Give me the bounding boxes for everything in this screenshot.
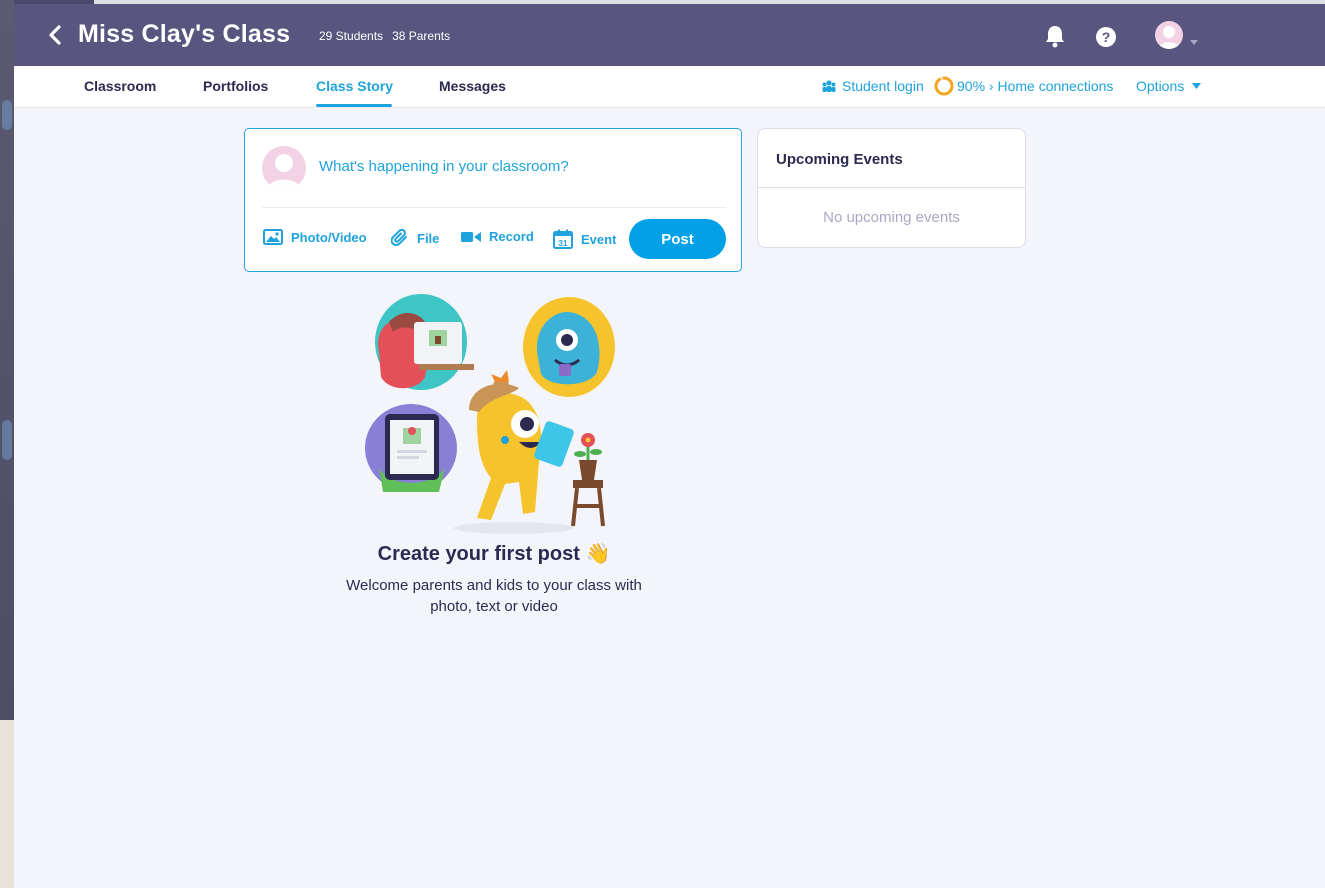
calendar-icon: 31 xyxy=(553,229,573,249)
background-window-strip xyxy=(0,0,14,888)
background-window-blip xyxy=(2,420,12,460)
avatar-icon xyxy=(1158,26,1180,49)
account-menu-button[interactable] xyxy=(1190,32,1198,50)
post-composer: What's happening in your classroom? Phot… xyxy=(244,128,742,272)
no-events-message: No upcoming events xyxy=(823,209,960,226)
event-button[interactable]: 31 Event xyxy=(553,229,616,249)
class-subnav: Classroom Portfolios Class Story Message… xyxy=(14,66,1325,108)
upcoming-events-card: Upcoming Events No upcoming events xyxy=(757,128,1026,248)
photo-icon xyxy=(263,229,283,245)
post-button[interactable]: Post xyxy=(629,219,726,259)
empty-state-subtitle: Welcome parents and kids to your class w… xyxy=(346,577,642,615)
composer-avatar xyxy=(262,146,306,190)
progress-ring-icon xyxy=(934,76,954,96)
composer-input[interactable]: What's happening in your classroom? xyxy=(319,158,569,175)
student-login-link[interactable]: Student login xyxy=(822,78,924,94)
empty-state-title: Create your first post 👋 xyxy=(377,543,611,565)
class-header: Miss Clay's Class 29 Students 38 Parents … xyxy=(14,4,1325,66)
event-label: Event xyxy=(581,231,617,247)
notifications-button[interactable] xyxy=(1044,24,1066,53)
students-count[interactable]: 29 Students xyxy=(319,29,383,43)
parents-count[interactable]: 38 Parents xyxy=(392,29,450,43)
photo-video-button[interactable]: Photo/Video xyxy=(263,229,367,245)
background-window-blip xyxy=(2,100,12,130)
help-icon[interactable]: ? xyxy=(1096,27,1116,47)
record-button[interactable]: Record xyxy=(461,229,534,244)
home-connections-link[interactable]: 90% › Home connections xyxy=(957,78,1113,94)
tab-messages[interactable]: Messages xyxy=(439,78,506,94)
empty-state-illustration xyxy=(359,292,619,537)
events-divider xyxy=(758,187,1025,188)
bell-icon xyxy=(1046,26,1064,48)
student-login-icon xyxy=(822,80,836,92)
file-label: File xyxy=(417,230,440,246)
upcoming-events-title: Upcoming Events xyxy=(776,151,903,168)
back-chevron-icon xyxy=(49,25,61,45)
paperclip-icon xyxy=(391,229,407,247)
options-menu[interactable]: Options xyxy=(1136,78,1202,94)
app-window: Miss Clay's Class 29 Students 38 Parents … xyxy=(14,0,1325,888)
tab-classroom[interactable]: Classroom xyxy=(84,78,156,94)
avatar[interactable] xyxy=(1155,21,1183,49)
monsters-illustration xyxy=(365,294,615,534)
video-icon xyxy=(461,231,481,242)
class-title[interactable]: Miss Clay's Class xyxy=(78,20,290,49)
record-label: Record xyxy=(489,229,534,244)
caret-down-icon xyxy=(1190,40,1198,45)
caret-down-icon xyxy=(1192,83,1202,89)
calendar-icon-day: 31 xyxy=(559,239,568,248)
options-label: Options xyxy=(1136,78,1185,94)
composer-divider xyxy=(262,207,726,208)
class-counts: 29 Students 38 Parents xyxy=(319,29,459,43)
active-tab-indicator xyxy=(316,104,392,107)
home-connections-progress xyxy=(934,76,954,101)
student-login-label: Student login xyxy=(842,78,924,94)
avatar-icon xyxy=(267,154,301,190)
photo-video-label: Photo/Video xyxy=(291,229,367,245)
back-button[interactable] xyxy=(44,22,66,48)
tab-class-story[interactable]: Class Story xyxy=(316,78,393,94)
file-button[interactable]: File xyxy=(391,229,439,247)
tab-portfolios[interactable]: Portfolios xyxy=(203,78,268,94)
